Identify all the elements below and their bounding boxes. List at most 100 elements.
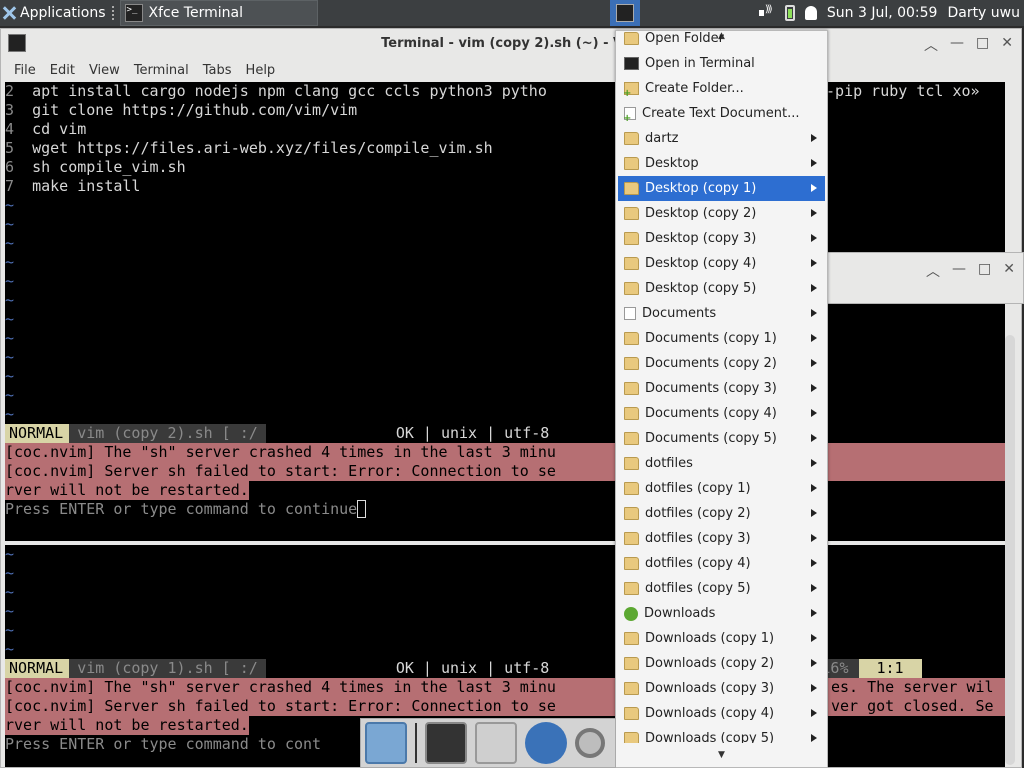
submenu-arrow-icon (811, 609, 817, 617)
shade-icon[interactable]: ︿ (926, 261, 940, 281)
context-menu-item[interactable]: Downloads (copy 3) (618, 676, 825, 701)
context-menu-item[interactable]: Downloads (copy 1) (618, 626, 825, 651)
code-line: 4 cd vim (5, 120, 1005, 139)
menu-help[interactable]: Help (239, 63, 283, 78)
error-message: rver will not be restarted. (5, 716, 249, 735)
error-text-tail: es. The server wil (831, 678, 994, 696)
context-menu-item-label: Desktop (copy 3) (645, 231, 757, 246)
applications-menu[interactable]: Applications (0, 0, 110, 26)
context-menu-item[interactable]: dotfiles (copy 1) (618, 476, 825, 501)
submenu-arrow-icon (811, 234, 817, 242)
vim-statusline: NORMAL vim (copy 1).sh [ :/ OK | unix | … (5, 659, 1005, 678)
terminal-icon[interactable] (425, 722, 467, 764)
xfce-logo-icon (2, 6, 16, 20)
menu-edit[interactable]: Edit (43, 63, 82, 78)
folder-icon (624, 357, 639, 370)
background-window[interactable]: ︿ — □ ✕ (820, 252, 1024, 304)
vim-filename: vim (copy 2).sh [ :/ (69, 424, 266, 443)
scrollbar[interactable] (1005, 335, 1015, 765)
user-name[interactable]: Darty uwu (947, 5, 1020, 21)
folder-icon (624, 332, 639, 345)
close-icon[interactable]: ✕ (1001, 35, 1013, 55)
context-menu-item[interactable]: Desktop (618, 151, 825, 176)
minimize-icon[interactable]: — (952, 261, 966, 281)
menu-terminal[interactable]: Terminal (127, 63, 196, 78)
folder-icon (624, 257, 639, 270)
web-browser-icon[interactable] (525, 722, 567, 764)
error-text: [coc.nvim] The "sh" server crashed 4 tim… (5, 678, 556, 696)
terminal-icon (624, 57, 639, 70)
folder-icon (624, 482, 639, 495)
context-menu-item[interactable]: dotfiles (copy 3) (618, 526, 825, 551)
context-menu-item[interactable]: Open Folder (618, 31, 825, 51)
maximize-icon[interactable]: □ (978, 261, 991, 281)
context-menu-item[interactable]: Documents (copy 4) (618, 401, 825, 426)
terminal-launcher-icon[interactable] (610, 0, 640, 26)
window-controls: ︿ — □ ✕ (924, 35, 1013, 55)
menu-file[interactable]: File (7, 63, 43, 78)
continue-prompt-text: Press ENTER or type command to continue (5, 500, 358, 518)
submenu-arrow-icon (811, 184, 817, 192)
context-menu-item[interactable]: Downloads (copy 2) (618, 651, 825, 676)
context-menu-item[interactable]: dotfiles (copy 4) (618, 551, 825, 576)
battery-icon[interactable] (784, 5, 795, 21)
submenu-arrow-icon (811, 459, 817, 467)
vim-statusline: NORMAL vim (copy 2).sh [ :/ OK | unix | … (5, 424, 1005, 443)
context-menu-item[interactable]: Create Text Document... (618, 101, 825, 126)
vim-pane-top[interactable]: 2 apt install cargo nodejs npm clang gcc… (5, 82, 1005, 541)
context-menu-item[interactable]: Create Folder... (618, 76, 825, 101)
error-message: [coc.nvim] Server sh failed to start: Er… (5, 462, 1005, 481)
empty-line: ~ (5, 234, 15, 252)
context-menu-item[interactable]: Desktop (copy 2) (618, 201, 825, 226)
menu-view[interactable]: View (82, 63, 127, 78)
menu-tabs[interactable]: Tabs (196, 63, 239, 78)
context-menu-item[interactable]: dotfiles (copy 2) (618, 501, 825, 526)
submenu-arrow-icon (811, 559, 817, 567)
window-controls: ︿ — □ ✕ (926, 261, 1015, 281)
notification-bell-icon[interactable] (804, 6, 817, 20)
context-menu-item[interactable]: Open in Terminal (618, 51, 825, 76)
show-desktop-icon[interactable] (365, 722, 407, 764)
context-menu-item[interactable]: Documents (618, 301, 825, 326)
scroll-down-arrow-icon[interactable]: ▼ (616, 743, 827, 767)
context-menu-item-label: Documents (copy 5) (645, 431, 777, 446)
context-menu-item[interactable]: Documents (copy 3) (618, 376, 825, 401)
folder-icon (624, 282, 639, 295)
folder-icon (624, 407, 639, 420)
taskbar-button-terminal[interactable]: Xfce Terminal (119, 0, 318, 26)
clock[interactable]: Sun 3 Jul, 00:59 (827, 5, 938, 21)
home-folder-icon[interactable] (475, 722, 517, 764)
context-menu-item[interactable]: Documents (copy 1) (618, 326, 825, 351)
context-menu-item[interactable]: Desktop (copy 4) (618, 251, 825, 276)
maximize-icon[interactable]: □ (976, 35, 989, 55)
context-menu-item[interactable]: dotfiles (copy 5) (618, 576, 825, 601)
error-text-tail: ver got closed. Se (831, 697, 994, 715)
shade-icon[interactable]: ︿ (924, 35, 938, 55)
context-menu-item-label: dotfiles (copy 2) (645, 506, 751, 521)
context-menu-item[interactable]: dotfiles (618, 451, 825, 476)
minimize-icon[interactable]: — (950, 35, 964, 55)
close-icon[interactable]: ✕ (1003, 261, 1015, 281)
context-menu-item[interactable]: Downloads (copy 4) (618, 701, 825, 726)
error-message: [coc.nvim] Server sh failed to start: Er… (5, 697, 1005, 716)
submenu-arrow-icon (811, 434, 817, 442)
context-menu-item-label: Open Folder (645, 31, 725, 46)
search-icon[interactable] (575, 728, 605, 758)
context-menu-item-label: Desktop (copy 4) (645, 256, 757, 271)
folder-icon (624, 682, 639, 695)
vim-file-info: OK | unix | utf-8 (395, 659, 550, 677)
context-menu-item[interactable]: dartz (618, 126, 825, 151)
context-menu-item[interactable]: Desktop (copy 5) (618, 276, 825, 301)
context-menu-item[interactable]: Documents (copy 5) (618, 426, 825, 451)
volume-icon[interactable] (758, 4, 775, 20)
context-menu-item[interactable]: Documents (copy 2) (618, 351, 825, 376)
context-menu-item[interactable]: Desktop (copy 3) (618, 226, 825, 251)
context-menu-item-label: Downloads (copy 4) (645, 706, 775, 721)
empty-line: ~ (5, 602, 15, 620)
submenu-arrow-icon (811, 159, 817, 167)
title-bar[interactable]: Terminal - vim (copy 2).sh (~) - VIM ︿ —… (1, 29, 1021, 57)
folder-open-icon (624, 32, 639, 45)
context-menu-item[interactable]: Desktop (copy 1) (618, 176, 825, 201)
context-menu-item[interactable]: Downloads (618, 601, 825, 626)
context-menu-item-label: dartz (645, 131, 679, 146)
